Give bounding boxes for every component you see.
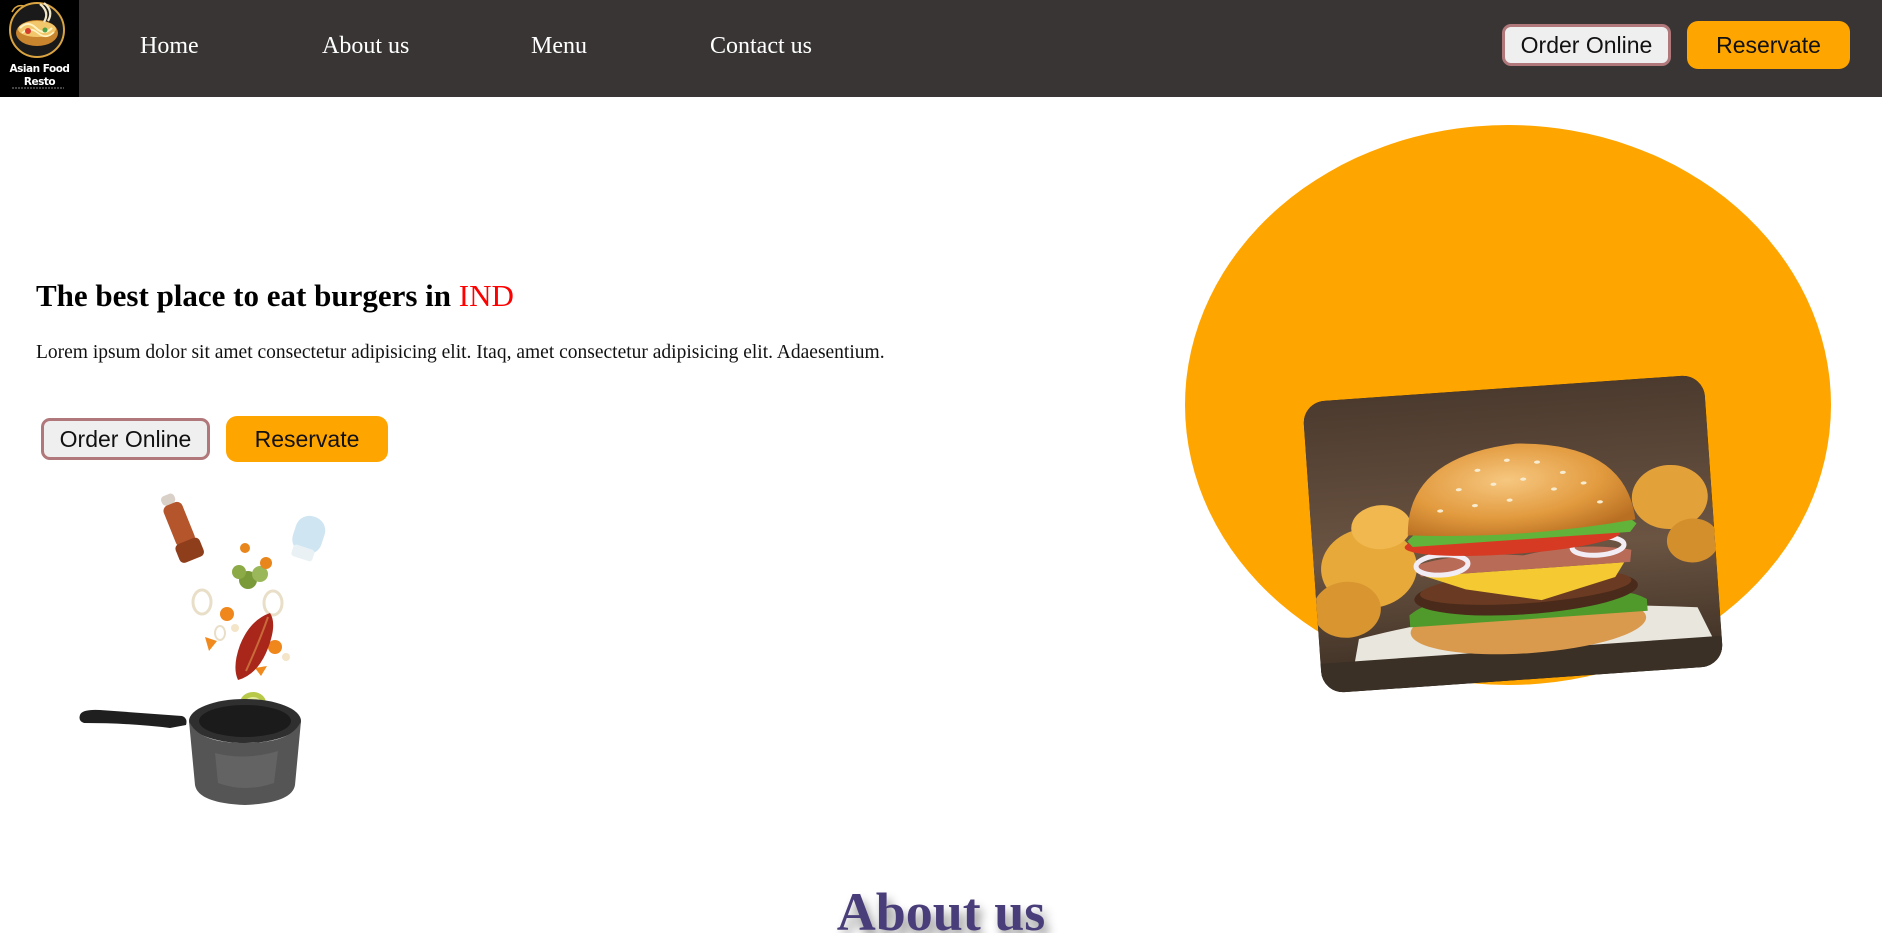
burger-image (1302, 374, 1724, 694)
hero-title: The best place to eat burgers in IND (36, 274, 514, 318)
hero-description: Lorem ipsum dolor sit amet consectetur a… (36, 342, 885, 363)
nav-link-about[interactable]: About us (322, 28, 409, 64)
hero-order-online-button[interactable]: Order Online (41, 418, 210, 460)
nav-link-menu[interactable]: Menu (531, 28, 587, 64)
brand-logo-text: Asian Food Resto (9, 63, 70, 88)
navbar: Asian Food Resto Home About us Menu Cont… (0, 0, 1882, 97)
nav-link-home[interactable]: Home (140, 28, 199, 64)
nav-link-contact[interactable]: Contact us (710, 28, 812, 64)
cooking-pot-illustration (79, 493, 326, 805)
nav-order-online-button[interactable]: Order Online (1502, 24, 1671, 66)
about-us-heading: About us (836, 882, 1046, 933)
hero-title-text: The best place to eat burgers in (36, 278, 459, 313)
hero-title-accent: IND (458, 278, 514, 313)
burger-photo (1302, 374, 1724, 694)
hero-reservate-button[interactable]: Reservate (226, 416, 388, 462)
nav-reservate-button[interactable]: Reservate (1687, 21, 1850, 69)
brand-logo[interactable]: Asian Food Resto (0, 0, 79, 97)
